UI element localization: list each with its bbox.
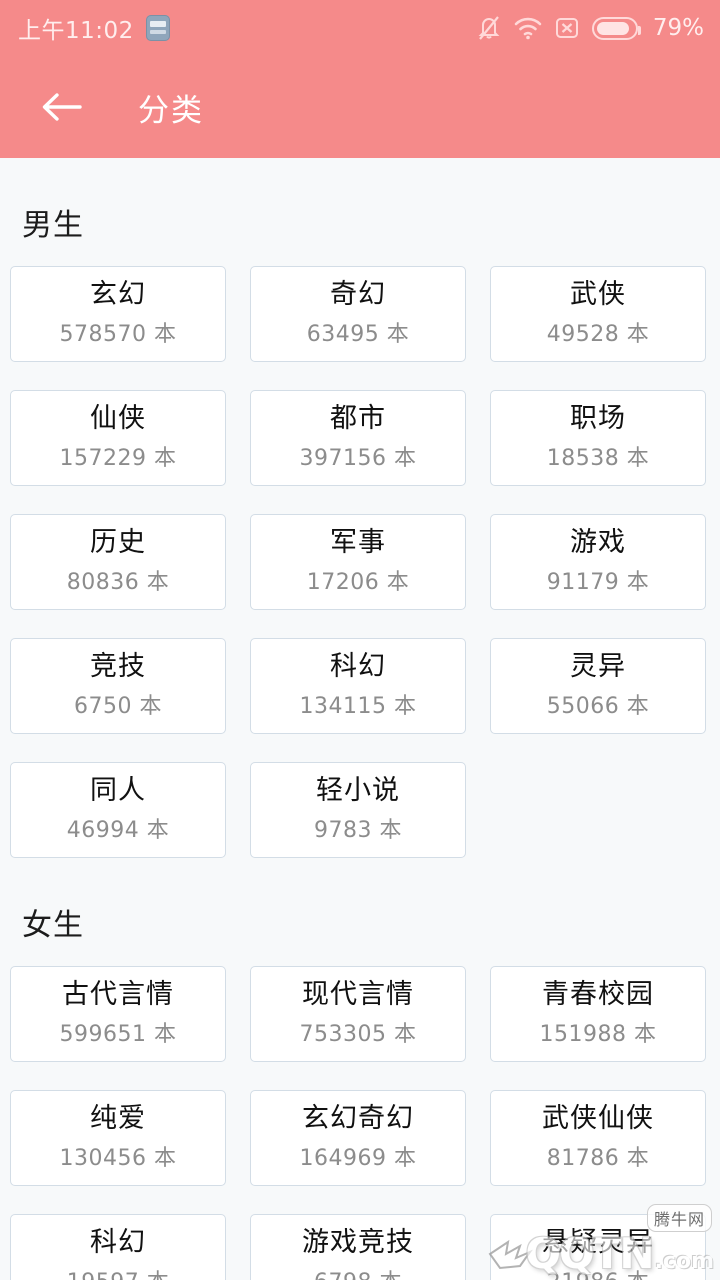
category-card[interactable]: 科幻 134115 本 [250, 638, 466, 734]
category-count: 753305 本 [299, 1022, 417, 1048]
back-arrow-icon [42, 93, 82, 121]
category-card[interactable]: 游戏竞技 6798 本 [250, 1214, 466, 1280]
watermark-badge: 腾牛网 [646, 1204, 712, 1232]
category-count: 578570 本 [59, 322, 177, 348]
battery-icon [591, 16, 641, 40]
category-card[interactable]: 轻小说 9783 本 [250, 762, 466, 858]
category-card[interactable]: 纯爱 130456 本 [10, 1090, 226, 1186]
category-card[interactable]: 仙侠 157229 本 [10, 390, 226, 486]
category-count: 9783 本 [314, 818, 402, 844]
category-card[interactable]: 奇幻 63495 本 [250, 266, 466, 362]
category-name: 玄幻 [90, 278, 146, 310]
battery-percent-label: 79% [652, 15, 704, 41]
category-name: 仙侠 [90, 402, 146, 434]
category-name: 武侠仙侠 [542, 1102, 654, 1134]
section-title-female: 女生 [22, 908, 84, 943]
category-name: 古代言情 [62, 978, 174, 1010]
category-card[interactable]: 同人 46994 本 [10, 762, 226, 858]
category-name: 游戏竞技 [302, 1226, 414, 1258]
category-name: 同人 [90, 774, 146, 806]
category-card[interactable]: 青春校园 151988 本 [490, 966, 706, 1062]
category-count: 164969 本 [299, 1146, 417, 1172]
category-count: 49528 本 [546, 322, 650, 348]
bell-muted-icon [477, 15, 501, 41]
section-title-male: 男生 [22, 208, 84, 243]
category-count: 599651 本 [59, 1022, 177, 1048]
category-card[interactable]: 职场 18538 本 [490, 390, 706, 486]
category-count: 21986 本 [547, 1264, 649, 1280]
page-title: 分类 [138, 92, 204, 129]
category-card[interactable]: 现代言情 753305 本 [250, 966, 466, 1062]
category-count: 130456 本 [59, 1146, 177, 1172]
category-name: 科幻 [330, 650, 386, 682]
category-name: 奇幻 [330, 278, 386, 310]
category-name: 军事 [330, 526, 386, 558]
category-count: 134115 本 [299, 694, 417, 720]
status-bar-clock: 上午11:02 [18, 18, 134, 44]
category-name: 灵异 [570, 650, 626, 682]
category-name: 历史 [90, 526, 146, 558]
app-bar: 分类 [0, 56, 720, 158]
category-name: 武侠 [570, 278, 626, 310]
wifi-icon [514, 16, 542, 40]
category-count: 157229 本 [59, 446, 177, 472]
category-card[interactable]: 武侠仙侠 81786 本 [490, 1090, 706, 1186]
category-count: 151988 本 [539, 1022, 657, 1048]
battery-level-fill [596, 21, 629, 35]
category-name: 纯爱 [90, 1102, 146, 1134]
category-list[interactable]: 男生 玄幻 578570 本 奇幻 63495 本 武侠 49528 本仙侠 157229 … [0, 158, 720, 1280]
category-name: 科幻 [90, 1226, 146, 1258]
category-card[interactable]: 竞技 6750 本 [10, 638, 226, 734]
status-bar-right: 79% [477, 15, 704, 41]
category-count: 19597 本 [67, 1264, 169, 1280]
notes-app-icon [145, 15, 170, 41]
category-card[interactable]: 武侠 49528 本 [490, 266, 706, 362]
category-name: 游戏 [570, 526, 626, 558]
category-card[interactable]: 玄幻奇幻 164969 本 [250, 1090, 466, 1186]
category-name: 轻小说 [316, 774, 400, 806]
category-grid-male: 玄幻 578570 本 奇幻 63495 本 武侠 49528 本仙侠 157229 本 都市… [0, 244, 720, 858]
category-count: 6750 本 [74, 694, 162, 720]
category-name: 竞技 [90, 650, 146, 682]
category-name: 玄幻奇幻 [302, 1102, 414, 1134]
category-card[interactable]: 古代言情 599651 本 [10, 966, 226, 1062]
category-name: 青春校园 [542, 978, 654, 1010]
category-card[interactable]: 都市 397156 本 [250, 390, 466, 486]
category-card[interactable]: 历史 80836 本 [10, 514, 226, 610]
category-card[interactable]: 科幻 19597 本 [10, 1214, 226, 1280]
category-count: 397156 本 [299, 446, 417, 472]
category-count: 55066 本 [546, 694, 650, 720]
category-count: 91179 本 [546, 570, 650, 596]
status-bar: 上午11:02 79% [0, 0, 720, 56]
category-name: 现代言情 [302, 978, 414, 1010]
category-count: 6798 本 [314, 1264, 402, 1280]
watermark-bird-icon [488, 1239, 533, 1270]
category-count: 17206 本 [306, 570, 410, 596]
category-name: 悬疑灵异 [542, 1226, 654, 1258]
back-button[interactable] [36, 81, 88, 133]
category-count: 81786 本 [546, 1146, 650, 1172]
category-name: 职场 [570, 402, 626, 434]
category-card[interactable]: 玄幻 578570 本 [10, 266, 226, 362]
category-count: 18538 本 [546, 446, 650, 472]
category-grid-female: 古代言情 599651 本 现代言情 753305 本 青春校园 151988 本纯爱 13… [0, 944, 720, 1280]
category-card[interactable]: 灵异 55066 本 [490, 638, 706, 734]
category-count: 63495 本 [306, 322, 410, 348]
status-bar-left: 上午11:02 [18, 11, 170, 45]
category-name: 都市 [330, 402, 386, 434]
no-sim-icon [555, 16, 579, 40]
category-count: 80836 本 [66, 570, 170, 596]
category-card[interactable]: 游戏 91179 本 [490, 514, 706, 610]
category-count: 46994 本 [66, 818, 170, 844]
category-card[interactable]: 军事 17206 本 [250, 514, 466, 610]
